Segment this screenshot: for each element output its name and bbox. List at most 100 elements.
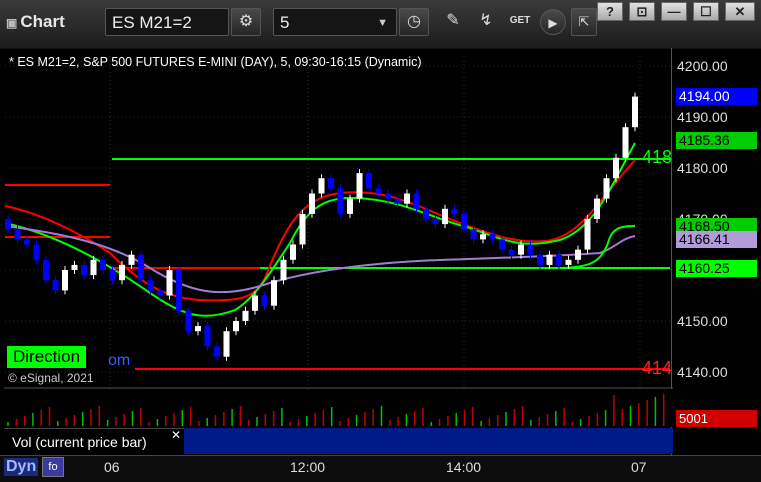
candle-body	[128, 254, 135, 265]
restore-window-button[interactable]: ⊡	[629, 2, 655, 21]
chart-window-title: ▣ Chart	[6, 12, 65, 32]
candle-body	[157, 290, 163, 296]
candle-body	[499, 239, 505, 250]
minimize-button[interactable]: —	[661, 2, 687, 21]
x-tick-1400: 14:00	[446, 459, 482, 475]
maximize-button[interactable]: ☐	[693, 2, 719, 21]
pencil-icon[interactable]: ✎	[438, 8, 468, 36]
candle-body	[603, 178, 610, 199]
candle-body	[404, 193, 410, 204]
candle-body	[138, 254, 144, 281]
candle-body	[33, 244, 40, 260]
support-line-badge: 4160.25	[676, 260, 757, 277]
y-tick-4200: 4200.00	[677, 58, 728, 74]
candle-body	[347, 198, 353, 214]
candle-body	[109, 270, 116, 281]
candle-body	[632, 96, 638, 128]
candle-body	[622, 127, 629, 158]
candle-body	[385, 193, 391, 199]
volume-value-badge: 5001	[676, 410, 757, 427]
direction-label: Direction	[7, 346, 87, 368]
candle-body	[328, 178, 334, 189]
dynamic-mode-icon[interactable]: fo	[42, 457, 64, 477]
candle-body	[356, 173, 363, 199]
candle-body	[518, 244, 524, 255]
candle-body	[204, 326, 211, 347]
candle-body	[318, 178, 325, 194]
interval-select[interactable]: 5 ▼	[273, 8, 397, 36]
candle-body	[480, 234, 486, 240]
x-tick-06: 06	[104, 459, 120, 475]
candle-body	[43, 259, 49, 281]
clock-icon[interactable]: ◷	[399, 8, 429, 36]
candle-body	[442, 208, 448, 225]
candle-body	[119, 264, 125, 281]
candle-body	[166, 270, 173, 296]
symbol-input[interactable]: ES M21=2	[105, 8, 229, 36]
candle-body	[242, 310, 249, 321]
y-tick-4150: 4150.00	[677, 313, 728, 329]
candle-body	[24, 239, 30, 245]
volume-study-bar	[184, 428, 673, 454]
interval-value: 5	[280, 13, 290, 32]
candle-body	[470, 229, 477, 240]
close-button[interactable]: ✕	[725, 2, 755, 21]
candle-body	[451, 208, 458, 214]
volume-pane-bg	[4, 389, 672, 427]
candle-body	[556, 254, 562, 265]
chart-icon: ▣	[6, 16, 18, 30]
copyright-text: © eSignal, 2021	[8, 371, 94, 385]
candle-body	[5, 219, 11, 230]
last-price-badge: 4194.00	[676, 88, 757, 105]
candle-body	[290, 244, 296, 260]
help-button[interactable]: ?	[597, 2, 623, 21]
y-tick-4180: 4180.00	[677, 160, 728, 176]
candle-body	[546, 254, 553, 265]
price-chart[interactable]	[0, 48, 761, 481]
candle-body	[81, 264, 87, 276]
candle-body	[461, 213, 467, 230]
candle-body	[299, 213, 306, 245]
candle-body	[176, 270, 182, 311]
candle-body	[147, 280, 154, 291]
chart-toolbar: ▣ Chart ES M21=2 ⚙ 5 ▼ ◷ ✎ ↯ GET ▶ ⇱ ? ⊡ —…	[0, 0, 761, 49]
candle-body	[309, 193, 315, 214]
green-line-edge-label: 418	[642, 147, 673, 167]
candle-body	[337, 188, 344, 214]
chart-title-label: Chart	[20, 12, 65, 31]
candle-body	[233, 321, 239, 332]
x-tick-1200: 12:00	[290, 459, 326, 475]
volume-label: Vol (current price bar)	[4, 428, 184, 454]
candle-body	[613, 157, 619, 179]
candle-body	[432, 219, 439, 225]
candle-body	[71, 264, 78, 270]
get-icon[interactable]: GET	[506, 8, 534, 36]
export-icon[interactable]: ⇱	[571, 8, 597, 36]
candle-body	[594, 198, 600, 219]
close-icon[interactable]: ✕	[171, 428, 181, 442]
candle-body	[62, 270, 68, 291]
chevron-down-icon: ▼	[377, 17, 388, 29]
candle-body	[366, 173, 372, 189]
candle-body	[394, 198, 401, 204]
candle-body	[489, 234, 496, 240]
play-icon[interactable]: ▶	[540, 9, 566, 35]
y-tick-4190: 4190.00	[677, 109, 728, 125]
candle-body	[584, 219, 591, 250]
y-tick-4140: 4140.00	[677, 364, 728, 380]
candle-body	[537, 254, 543, 265]
candle-body	[100, 259, 106, 270]
red-line-edge-label: 414	[642, 358, 673, 378]
candle-body	[195, 326, 201, 332]
ma-green-badge: 4185.36	[676, 132, 757, 149]
candle-body	[14, 229, 21, 240]
direction-tail-text: om	[108, 352, 131, 369]
candle-body	[52, 280, 59, 291]
x-tick-07: 07	[631, 459, 647, 475]
candle-body	[261, 295, 268, 306]
candle-body	[252, 295, 258, 311]
gear-icon[interactable]: ⚙	[231, 8, 261, 36]
candle-body	[185, 310, 192, 332]
line-study-icon[interactable]: ↯	[471, 8, 501, 36]
dyn-label[interactable]: Dyn	[4, 458, 39, 476]
